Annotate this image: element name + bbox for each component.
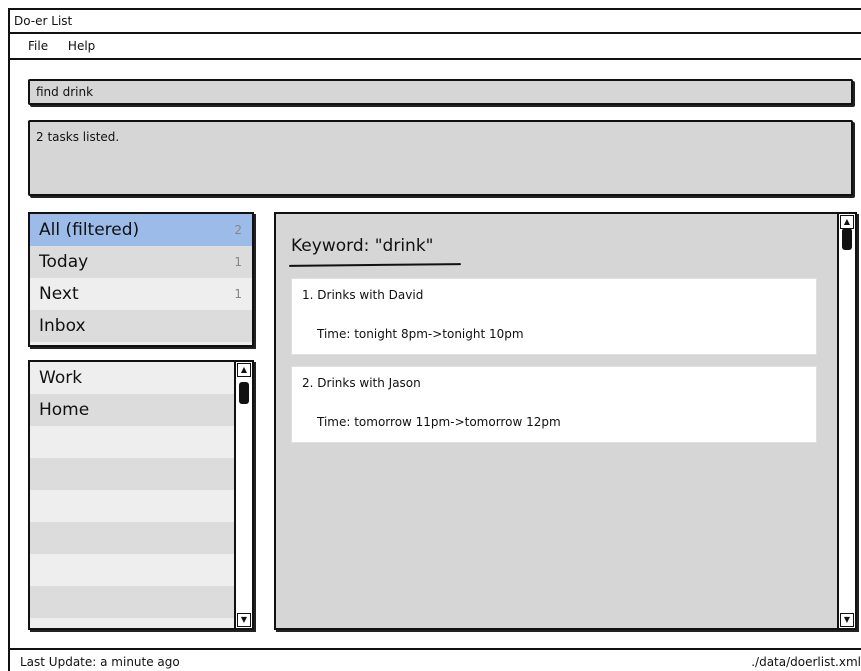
last-update-status: Last Update: a minute ago (20, 655, 180, 669)
filter-item-next[interactable]: Next 1 (30, 278, 252, 310)
filter-label: Today (39, 252, 89, 272)
task-panel-scrollbar[interactable]: ▲ ▼ (837, 214, 855, 628)
command-input[interactable]: find drink (28, 79, 853, 105)
task-name: 1. Drinks with David (302, 288, 424, 302)
app-window: Do-er List File Help find drink 2 tasks … (0, 0, 861, 671)
task-time: Time: tonight 8pm->tonight 10pm (317, 327, 524, 341)
task-time: Time: tomorrow 11pm->tomorrow 12pm (317, 415, 561, 429)
scroll-down-icon[interactable]: ▼ (840, 613, 854, 627)
file-path-status: ./data/doerlist.xml (751, 655, 861, 669)
filter-item-all[interactable]: All (filtered) 2 (30, 214, 252, 246)
tag-row-empty (30, 522, 252, 554)
filter-item-today[interactable]: Today 1 (30, 246, 252, 278)
scroll-up-icon[interactable]: ▲ (840, 215, 854, 229)
main-content: find drink 2 tasks listed. All (filtered… (8, 60, 861, 648)
tag-row-empty (30, 426, 252, 458)
filter-count: 1 (234, 255, 242, 269)
tag-row-empty (30, 490, 252, 522)
tag-row-empty (30, 458, 252, 490)
task-card[interactable]: 2. Drinks with Jason Time: tomorrow 11pm… (291, 366, 817, 443)
keyword-heading: Keyword: "drink" (291, 236, 434, 256)
scroll-down-icon[interactable]: ▼ (237, 613, 251, 627)
task-list-panel: Keyword: "drink" 1. Drinks with David Ti… (274, 212, 857, 630)
filter-count: 2 (234, 223, 242, 237)
tag-list-scrollbar[interactable]: ▲ ▼ (234, 362, 252, 628)
filter-list: All (filtered) 2 Today 1 Next 1 Inbox (28, 212, 254, 347)
filter-label: Next (39, 284, 79, 304)
keyword-underline (288, 263, 462, 267)
scroll-thumb[interactable] (239, 382, 249, 404)
status-bar: Last Update: a minute ago ./data/doerlis… (8, 648, 861, 671)
scroll-up-icon[interactable]: ▲ (237, 363, 251, 377)
tag-item-work[interactable]: Work (30, 362, 252, 394)
scroll-thumb[interactable] (842, 228, 852, 250)
filter-label: All (filtered) (39, 220, 140, 240)
tag-row-empty (30, 586, 252, 618)
tag-list: Work Home ▲ ▼ (28, 360, 254, 630)
filter-label: Inbox (39, 316, 86, 336)
result-message: 2 tasks listed. (36, 130, 120, 144)
window-title: Do-er List (14, 14, 73, 28)
menu-help[interactable]: Help (68, 34, 95, 58)
tag-item-home[interactable]: Home (30, 394, 252, 426)
menu-bar: File Help (8, 34, 861, 60)
title-bar: Do-er List (8, 8, 861, 34)
filter-count: 1 (234, 287, 242, 301)
task-name: 2. Drinks with Jason (302, 376, 421, 390)
filter-item-inbox[interactable]: Inbox (30, 310, 252, 342)
result-display: 2 tasks listed. (28, 120, 853, 196)
tag-row-empty (30, 554, 252, 586)
menu-file[interactable]: File (28, 34, 48, 58)
task-card[interactable]: 1. Drinks with David Time: tonight 8pm->… (291, 278, 817, 355)
